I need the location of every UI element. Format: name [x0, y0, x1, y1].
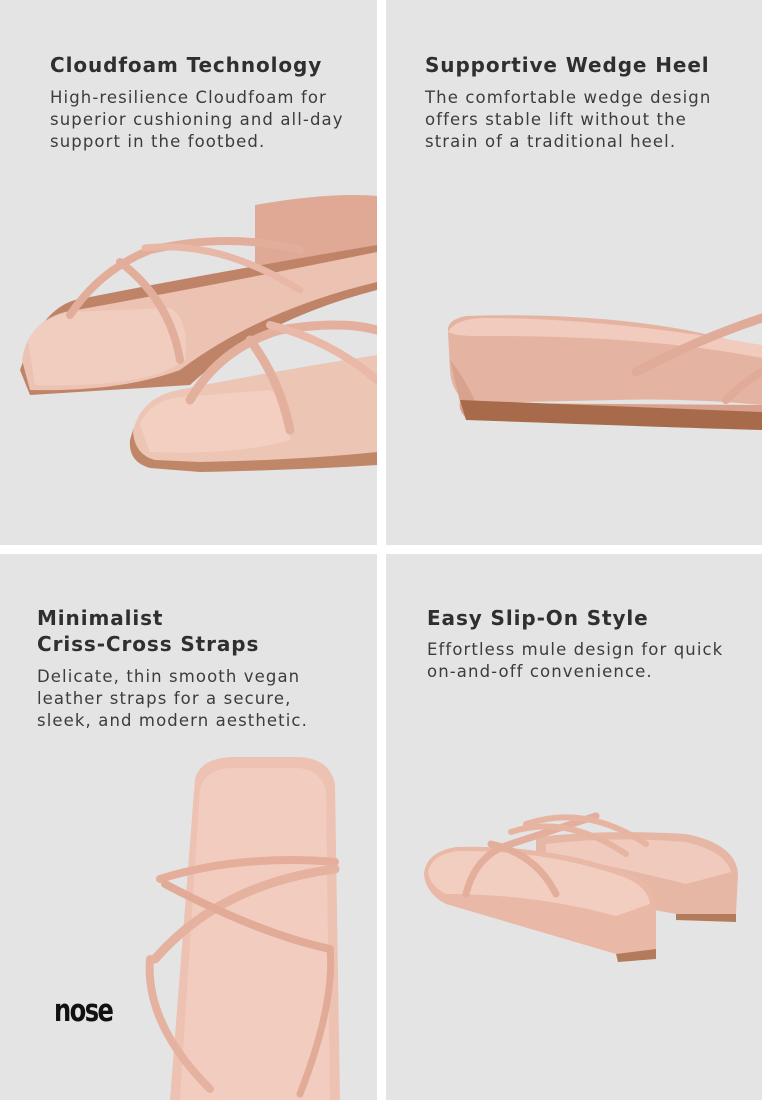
feature-description: Effortless mule design for quick on-and-…: [427, 640, 724, 681]
feature-description: The comfortable wedge design offers stab…: [425, 88, 712, 151]
feature-title-line1: Minimalist: [37, 606, 164, 630]
feature-title: Supportive Wedge Heel: [425, 53, 710, 77]
feature-title-line2: Criss-Cross Straps: [37, 632, 260, 656]
feature-title: Cloudfoam Technology: [50, 53, 323, 77]
sandal-side-wedge-image: [447, 313, 762, 430]
sandal-pair-angle-image: [424, 812, 738, 962]
feature-panel-wedge-heel: Supportive Wedge Heel The comfortable we…: [386, 0, 762, 545]
feature-panel-cloudfoam: Cloudfoam Technology High-resilience Clo…: [0, 0, 377, 545]
feature-description: Delicate, thin smooth vegan leather stra…: [37, 667, 308, 730]
brand-logo: nose: [54, 993, 114, 1029]
feature-title: Easy Slip-On Style: [427, 606, 649, 630]
feature-description: High-resilience Cloudfoam for superior c…: [50, 88, 344, 151]
sandal-pair-front-image: [20, 195, 377, 472]
feature-panel-slip-on: Easy Slip-On Style Effortless mule desig…: [386, 554, 762, 1100]
